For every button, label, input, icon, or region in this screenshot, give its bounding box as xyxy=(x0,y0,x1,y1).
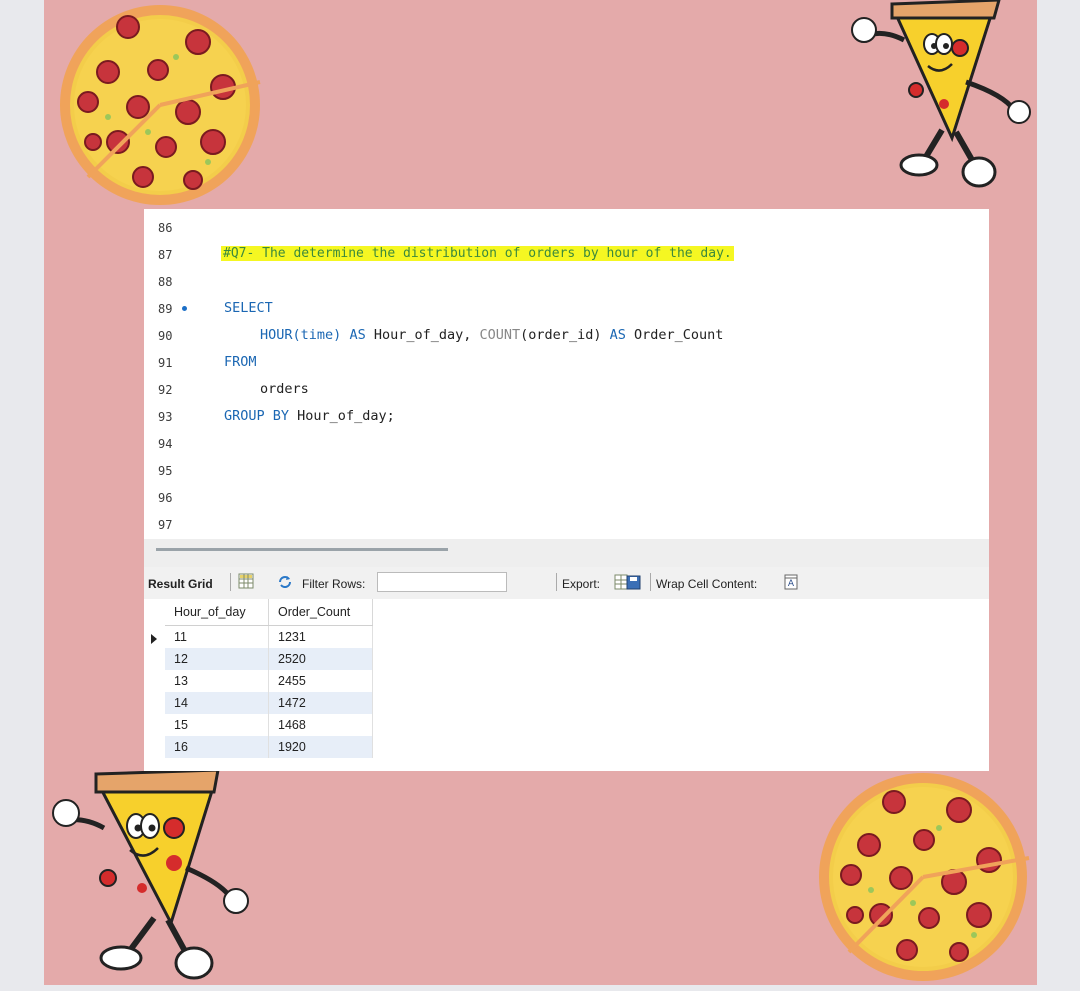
line-number: 89 xyxy=(158,302,173,316)
cell-hour[interactable]: 14 xyxy=(165,692,269,714)
result-toolbar: Result Grid Filter Rows: Export: Wrap Ce… xyxy=(144,567,989,599)
function-count: COUNT xyxy=(479,327,521,343)
line-number: 97 xyxy=(158,518,173,532)
wrap-cell-label: Wrap Cell Content: xyxy=(656,577,758,591)
split-divider[interactable] xyxy=(144,539,989,567)
column-header-hour[interactable]: Hour_of_day xyxy=(165,599,269,626)
table-row[interactable]: 16 1920 xyxy=(165,736,373,758)
filter-rows-label: Filter Rows: xyxy=(302,577,366,591)
column-header-order-count[interactable]: Order_Count xyxy=(268,599,373,626)
alias-count: Order_Count xyxy=(634,327,724,343)
table-line: orders xyxy=(260,381,309,397)
line-number: 92 xyxy=(158,383,173,397)
keyword-as: AS xyxy=(349,327,366,343)
separator xyxy=(230,573,231,591)
line-number: 93 xyxy=(158,410,173,424)
cell-hour[interactable]: 11 xyxy=(165,625,269,648)
current-row-arrow-icon xyxy=(151,634,157,644)
grid-view-icon[interactable] xyxy=(238,573,254,589)
group-column: Hour_of_day; xyxy=(297,408,395,424)
from-line: FROM xyxy=(224,354,257,370)
line-number-with-marker: 89 xyxy=(158,302,198,316)
export-label: Export: xyxy=(562,577,601,591)
sql-comment: #Q7- The determine the distribution of o… xyxy=(221,246,734,261)
alias-hour: Hour_of_day, xyxy=(373,327,472,343)
cell-order-count[interactable]: 1468 xyxy=(268,714,373,736)
comment-line: #Q7- The determine the distribution of o… xyxy=(221,245,734,261)
table-row[interactable]: 11 1231 xyxy=(165,625,373,648)
cell-order-count[interactable]: 1920 xyxy=(268,736,373,758)
function-hour: HOUR xyxy=(260,327,293,343)
line-number: 87 xyxy=(158,248,173,262)
wrap-cell-icon[interactable]: A xyxy=(784,574,798,590)
sql-editor[interactable]: 86 87 88 89 90 91 92 93 94 95 96 97 #Q7-… xyxy=(144,209,989,539)
statement-marker-icon xyxy=(182,306,188,311)
separator xyxy=(650,573,651,591)
line-number: 88 xyxy=(158,275,173,289)
refresh-icon[interactable] xyxy=(278,575,292,589)
line-number: 90 xyxy=(158,329,173,343)
cell-order-count[interactable]: 2455 xyxy=(268,670,373,692)
cell-hour[interactable]: 13 xyxy=(165,670,269,692)
count-argument: (order_id) xyxy=(520,327,602,343)
svg-text:A: A xyxy=(788,579,795,589)
keyword-group-by: GROUP BY xyxy=(224,408,290,424)
columns-line: HOUR(time) AS Hour_of_day, COUNT(order_i… xyxy=(260,327,723,343)
cell-order-count[interactable]: 1472 xyxy=(268,692,373,714)
group-by-line: GROUP BY Hour_of_day; xyxy=(224,408,395,424)
select-line: SELECT xyxy=(224,300,273,316)
table-row[interactable]: 15 1468 xyxy=(165,714,373,736)
pizza-icon xyxy=(60,5,261,205)
result-grid-tab[interactable]: Result Grid xyxy=(148,577,213,591)
table-row[interactable]: 13 2455 xyxy=(165,670,373,692)
export-icon[interactable] xyxy=(614,573,642,591)
filter-rows-input[interactable] xyxy=(377,572,507,592)
keyword-from: FROM xyxy=(224,354,257,370)
line-number: 96 xyxy=(158,491,173,505)
cell-order-count[interactable]: 2520 xyxy=(268,648,373,670)
cell-hour[interactable]: 15 xyxy=(165,714,269,736)
line-number: 95 xyxy=(158,464,173,478)
keyword-select: SELECT xyxy=(224,300,273,316)
hour-argument: (time) xyxy=(292,327,342,343)
table-name: orders xyxy=(260,381,309,397)
line-number: 91 xyxy=(158,356,173,370)
pizza-icon xyxy=(819,773,1030,981)
result-grid: Hour_of_day Order_Count 11 1231 12 2520 … xyxy=(144,599,989,771)
line-number: 86 xyxy=(158,221,173,235)
pizza-mascot-icon xyxy=(851,0,1031,188)
cell-order-count[interactable]: 1231 xyxy=(268,625,373,648)
header-row: Hour_of_day Order_Count xyxy=(165,599,373,626)
table-row[interactable]: 12 2520 xyxy=(165,648,373,670)
pink-background: 86 87 88 89 90 91 92 93 94 95 96 97 #Q7-… xyxy=(44,0,1037,985)
cell-hour[interactable]: 12 xyxy=(165,648,269,670)
keyword-as: AS xyxy=(609,327,626,343)
table-row[interactable]: 14 1472 xyxy=(165,692,373,714)
pizza-mascot-icon xyxy=(52,768,249,980)
scrollbar[interactable] xyxy=(156,548,448,551)
line-number: 94 xyxy=(158,437,173,451)
result-table: Hour_of_day Order_Count 11 1231 12 2520 … xyxy=(165,599,373,758)
cell-hour[interactable]: 16 xyxy=(165,736,269,758)
separator xyxy=(556,573,557,591)
